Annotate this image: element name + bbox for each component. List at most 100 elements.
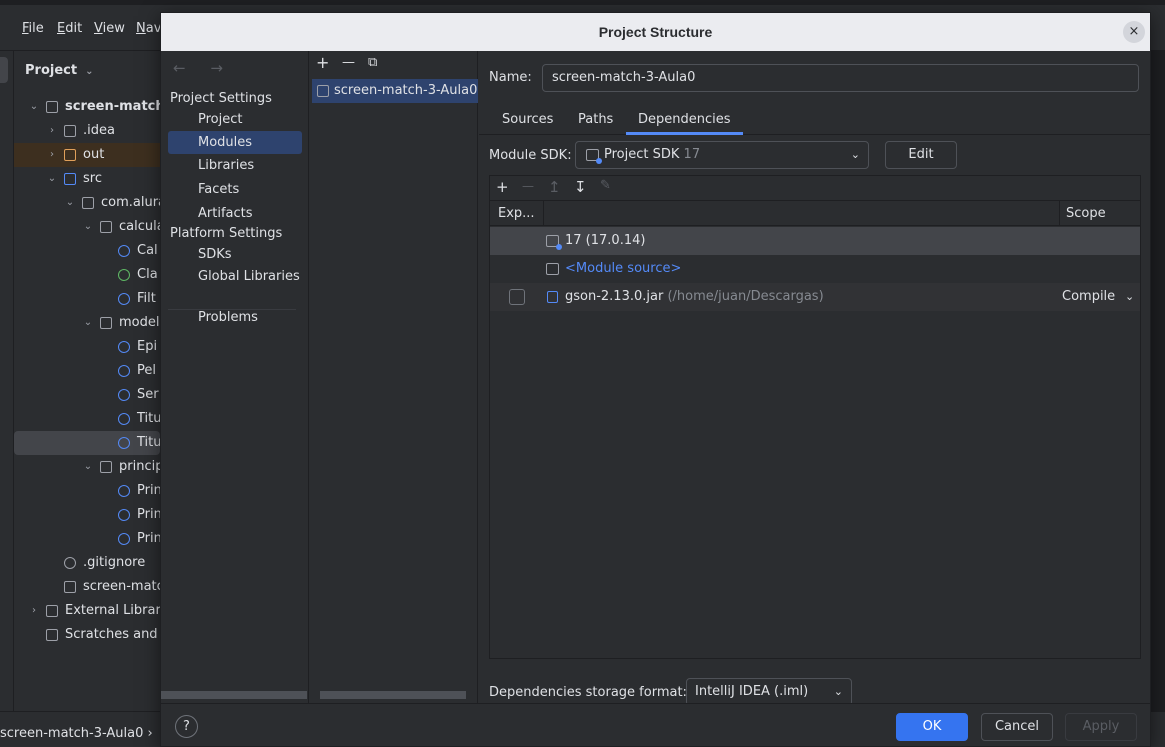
remove-icon[interactable]: — xyxy=(522,179,534,193)
status-breadcrumb[interactable]: screen-match-3-Aula0 › xyxy=(0,726,153,741)
menu-file[interactable]: File xyxy=(22,21,44,36)
project-tool-button[interactable] xyxy=(0,57,8,83)
tree-item[interactable]: Prin xyxy=(14,503,160,527)
tree-item[interactable]: Cal xyxy=(14,239,160,263)
export-checkbox[interactable] xyxy=(509,289,525,305)
tree-item[interactable]: Titu xyxy=(14,407,160,431)
tree-item-label: screen-matc xyxy=(83,579,160,594)
tree-item[interactable]: Cla xyxy=(14,263,160,287)
tree-item-label: screen-match- xyxy=(65,99,160,114)
tree-item[interactable]: Prin xyxy=(14,479,160,503)
move-up-icon[interactable]: ↥ xyxy=(548,178,561,196)
tab-sources[interactable]: Sources xyxy=(502,111,553,135)
project-settings-header: Project Settings xyxy=(170,91,272,106)
tree-item-label: Cla xyxy=(137,267,158,282)
nav-item-artifacts[interactable]: Artifacts xyxy=(168,202,302,225)
nav-item-libraries[interactable]: Libraries xyxy=(168,154,302,177)
project-tool-window: Project ⌄ ⌄ screen-match- › .idea › out ⌄ src ⌄ c… xyxy=(14,51,160,711)
column-export[interactable]: Exp... xyxy=(498,206,535,221)
back-forward-icon[interactable]: ← → xyxy=(173,59,233,77)
scratch-icon xyxy=(46,629,58,641)
move-down-icon[interactable]: ↧ xyxy=(574,178,587,196)
class-icon xyxy=(118,485,130,497)
module-item[interactable]: screen-match-3-Aula0 xyxy=(312,79,478,103)
folder-blue-icon xyxy=(64,173,76,185)
nav-item-problems[interactable]: Problems xyxy=(168,306,302,329)
nav-scrollbar[interactable] xyxy=(161,691,307,699)
cancel-button[interactable]: Cancel xyxy=(981,713,1053,741)
nav-item-modules[interactable]: Modules xyxy=(168,131,302,154)
tree-item[interactable]: ⌄ screen-match- xyxy=(14,95,160,119)
nav-item-sdks[interactable]: SDKs xyxy=(168,243,302,266)
tree-item[interactable]: ⌄ model xyxy=(14,311,160,335)
tree-item[interactable]: .gitignore xyxy=(14,551,160,575)
tree-item-label: calcula xyxy=(119,219,160,234)
apply-button[interactable]: Apply xyxy=(1065,713,1137,741)
tree-item[interactable]: ⌄ calcula xyxy=(14,215,160,239)
file-icon xyxy=(64,581,76,593)
menu-navigate[interactable]: Nav xyxy=(136,21,161,36)
nav-item-global-libraries[interactable]: Global Libraries xyxy=(168,265,302,288)
chevron-down-icon[interactable]: ⌄ xyxy=(64,191,76,215)
chevron-right-icon[interactable]: › xyxy=(28,599,40,623)
chevron-down-icon[interactable]: ⌄ xyxy=(82,455,94,479)
ok-button[interactable]: OK xyxy=(896,713,968,741)
package-icon xyxy=(100,461,112,473)
chevron-down-icon[interactable]: ⌄ xyxy=(28,95,40,119)
tree-item[interactable]: Scratches and xyxy=(14,623,160,647)
modules-scrollbar[interactable] xyxy=(320,691,466,699)
dialog-footer: ? OK Cancel Apply xyxy=(161,703,1150,746)
chevron-down-icon: ⌄ xyxy=(81,66,94,77)
add-icon[interactable]: + xyxy=(316,53,329,72)
tree-item[interactable]: Filt xyxy=(14,287,160,311)
scope-select[interactable]: Compile ⌄ xyxy=(1062,283,1134,311)
tree-item[interactable]: Epi xyxy=(14,335,160,359)
class-icon xyxy=(118,413,130,425)
tab-paths[interactable]: Paths xyxy=(578,111,613,135)
tree-item[interactable]: ⌄ princip xyxy=(14,455,160,479)
chevron-down-icon[interactable]: ⌄ xyxy=(82,215,94,239)
tree-item[interactable]: Pel xyxy=(14,359,160,383)
settings-nav: ← → Project Settings Project Modules Lib… xyxy=(161,51,309,703)
remove-icon[interactable]: — xyxy=(342,55,355,70)
sdk-select-value: Project SDK xyxy=(604,147,680,162)
tree-item[interactable]: screen-matc xyxy=(14,575,160,599)
nav-item-project[interactable]: Project xyxy=(168,108,302,131)
tree-item[interactable]: › External Librari xyxy=(14,599,160,623)
menu-view[interactable]: View xyxy=(94,21,125,36)
tree-item[interactable]: ⌄ src xyxy=(14,167,160,191)
dependency-row-module-source[interactable]: <Module source> xyxy=(490,255,1140,283)
close-icon[interactable]: × xyxy=(1123,21,1145,43)
chevron-down-icon[interactable]: ⌄ xyxy=(46,167,58,191)
tree-item[interactable]: ⌄ com.alura xyxy=(14,191,160,215)
nav-item-facets[interactable]: Facets xyxy=(168,178,302,201)
dependency-row-gson[interactable]: gson-2.13.0.jar (/home/juan/Descargas) C… xyxy=(490,283,1140,311)
storage-format-select[interactable]: IntelliJ IDEA (.iml) ⌄ xyxy=(686,678,852,706)
module-sdk-select[interactable]: Project SDK 17 ⌄ xyxy=(575,141,869,169)
tree-item[interactable]: › out xyxy=(14,143,160,167)
column-separator xyxy=(1059,201,1060,225)
column-scope[interactable]: Scope xyxy=(1066,206,1106,221)
tree-item-label: External Librari xyxy=(65,603,160,618)
tree-item[interactable]: Prin xyxy=(14,527,160,551)
chevron-right-icon[interactable]: › xyxy=(46,143,58,167)
tab-dependencies[interactable]: Dependencies xyxy=(626,111,743,135)
edit-pencil-icon[interactable]: ✎ xyxy=(600,178,611,193)
dependency-label: <Module source> xyxy=(565,261,682,276)
menu-edit[interactable]: Edit xyxy=(57,21,82,36)
sdk-select-version: 17 xyxy=(683,147,701,162)
help-icon[interactable]: ? xyxy=(175,715,198,738)
module-sdk-label: Module SDK: xyxy=(489,148,572,163)
tree-item[interactable]: Titu xyxy=(14,431,160,455)
copy-icon[interactable]: ⧉ xyxy=(368,55,377,70)
project-panel-title[interactable]: Project ⌄ xyxy=(25,63,93,78)
module-name-input[interactable]: screen-match-3-Aula0 xyxy=(542,64,1139,92)
add-icon[interactable]: + xyxy=(496,178,509,196)
tree-item[interactable]: › .idea xyxy=(14,119,160,143)
tree-item-label: Pel xyxy=(137,363,156,378)
dependency-row-sdk[interactable]: 17 (17.0.14) xyxy=(490,227,1140,255)
edit-sdk-button[interactable]: Edit xyxy=(885,141,957,169)
chevron-down-icon[interactable]: ⌄ xyxy=(82,311,94,335)
tree-item[interactable]: Ser xyxy=(14,383,160,407)
chevron-right-icon[interactable]: › xyxy=(46,119,58,143)
